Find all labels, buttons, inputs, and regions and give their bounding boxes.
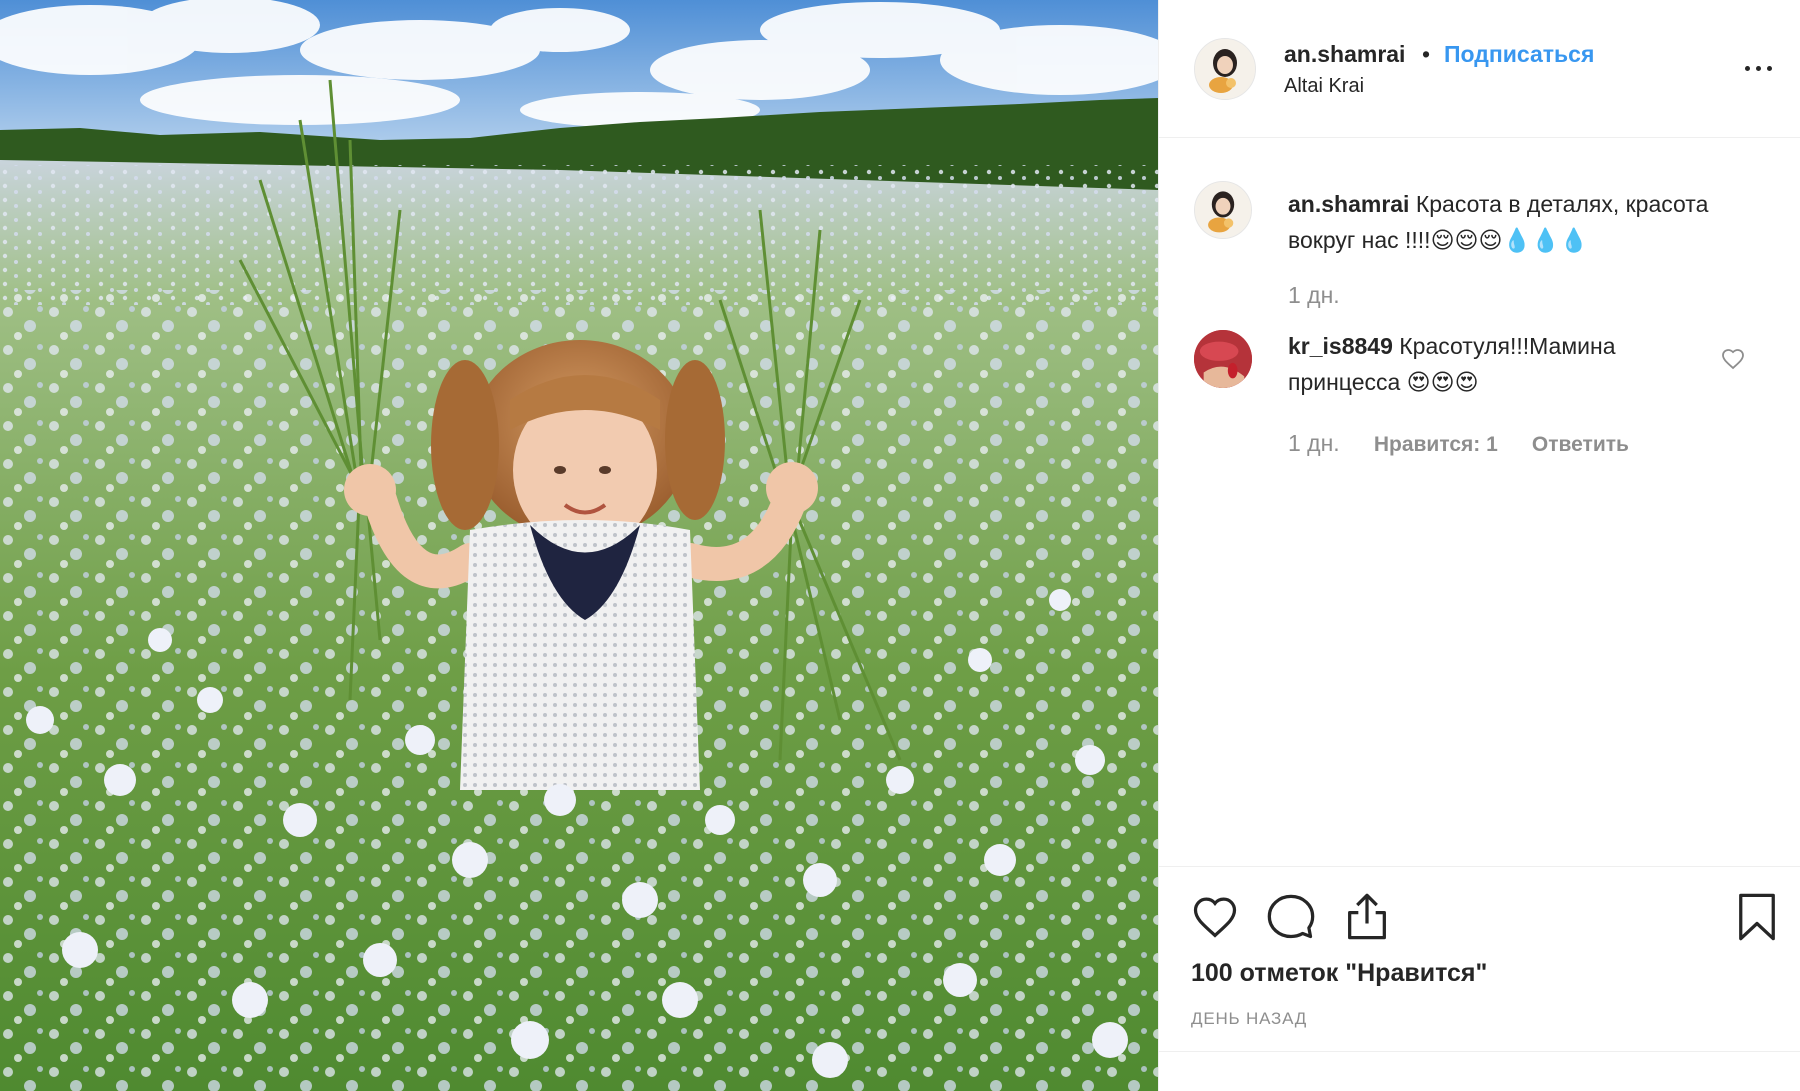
comment-likes[interactable]: Нравится: 1 bbox=[1374, 433, 1498, 456]
comment-meta: 1 дн. Нравится: 1 Ответить bbox=[1288, 430, 1657, 457]
share-icon[interactable] bbox=[1341, 891, 1393, 943]
post-photo-image bbox=[0, 0, 1158, 1091]
heart-icon[interactable] bbox=[1189, 891, 1241, 943]
caption-avatar[interactable] bbox=[1194, 181, 1252, 239]
follow-button[interactable]: Подписаться bbox=[1444, 41, 1594, 68]
comment: kr_is8849 Красотуля!!!Мамина принцесса 😍… bbox=[1288, 328, 1668, 400]
caption-time[interactable]: 1 дн. bbox=[1288, 282, 1340, 309]
caption-username[interactable]: an.shamrai bbox=[1288, 191, 1409, 217]
comment-time[interactable]: 1 дн. bbox=[1288, 430, 1340, 456]
more-options-icon[interactable] bbox=[1739, 56, 1779, 80]
author-avatar[interactable] bbox=[1194, 38, 1256, 100]
comment-username[interactable]: kr_is8849 bbox=[1288, 333, 1393, 359]
comment-icon[interactable] bbox=[1265, 891, 1317, 943]
post-location[interactable]: Altai Krai bbox=[1284, 75, 1364, 98]
reply-button[interactable]: Ответить bbox=[1532, 433, 1629, 456]
post-photo[interactable] bbox=[0, 0, 1158, 1091]
comment-like-heart-icon[interactable] bbox=[1721, 347, 1745, 371]
likes-count[interactable]: 100 отметок "Нравится" bbox=[1191, 959, 1487, 988]
post-actions: 100 отметок "Нравится" ДЕНЬ НАЗАД bbox=[1159, 866, 1800, 1091]
post-side-panel: an.shamrai • Подписаться Altai Krai an.s… bbox=[1158, 0, 1800, 1091]
post-date[interactable]: ДЕНЬ НАЗАД bbox=[1191, 1009, 1307, 1029]
author-username[interactable]: an.shamrai bbox=[1284, 41, 1405, 68]
caption: an.shamrai Красота в деталях, красота во… bbox=[1288, 186, 1758, 258]
bookmark-icon[interactable] bbox=[1731, 891, 1783, 943]
comment-input-area[interactable] bbox=[1159, 1051, 1800, 1091]
post-header: an.shamrai • Подписаться Altai Krai bbox=[1159, 0, 1800, 138]
commenter-avatar[interactable] bbox=[1194, 330, 1252, 388]
header-separator: • bbox=[1422, 41, 1431, 67]
